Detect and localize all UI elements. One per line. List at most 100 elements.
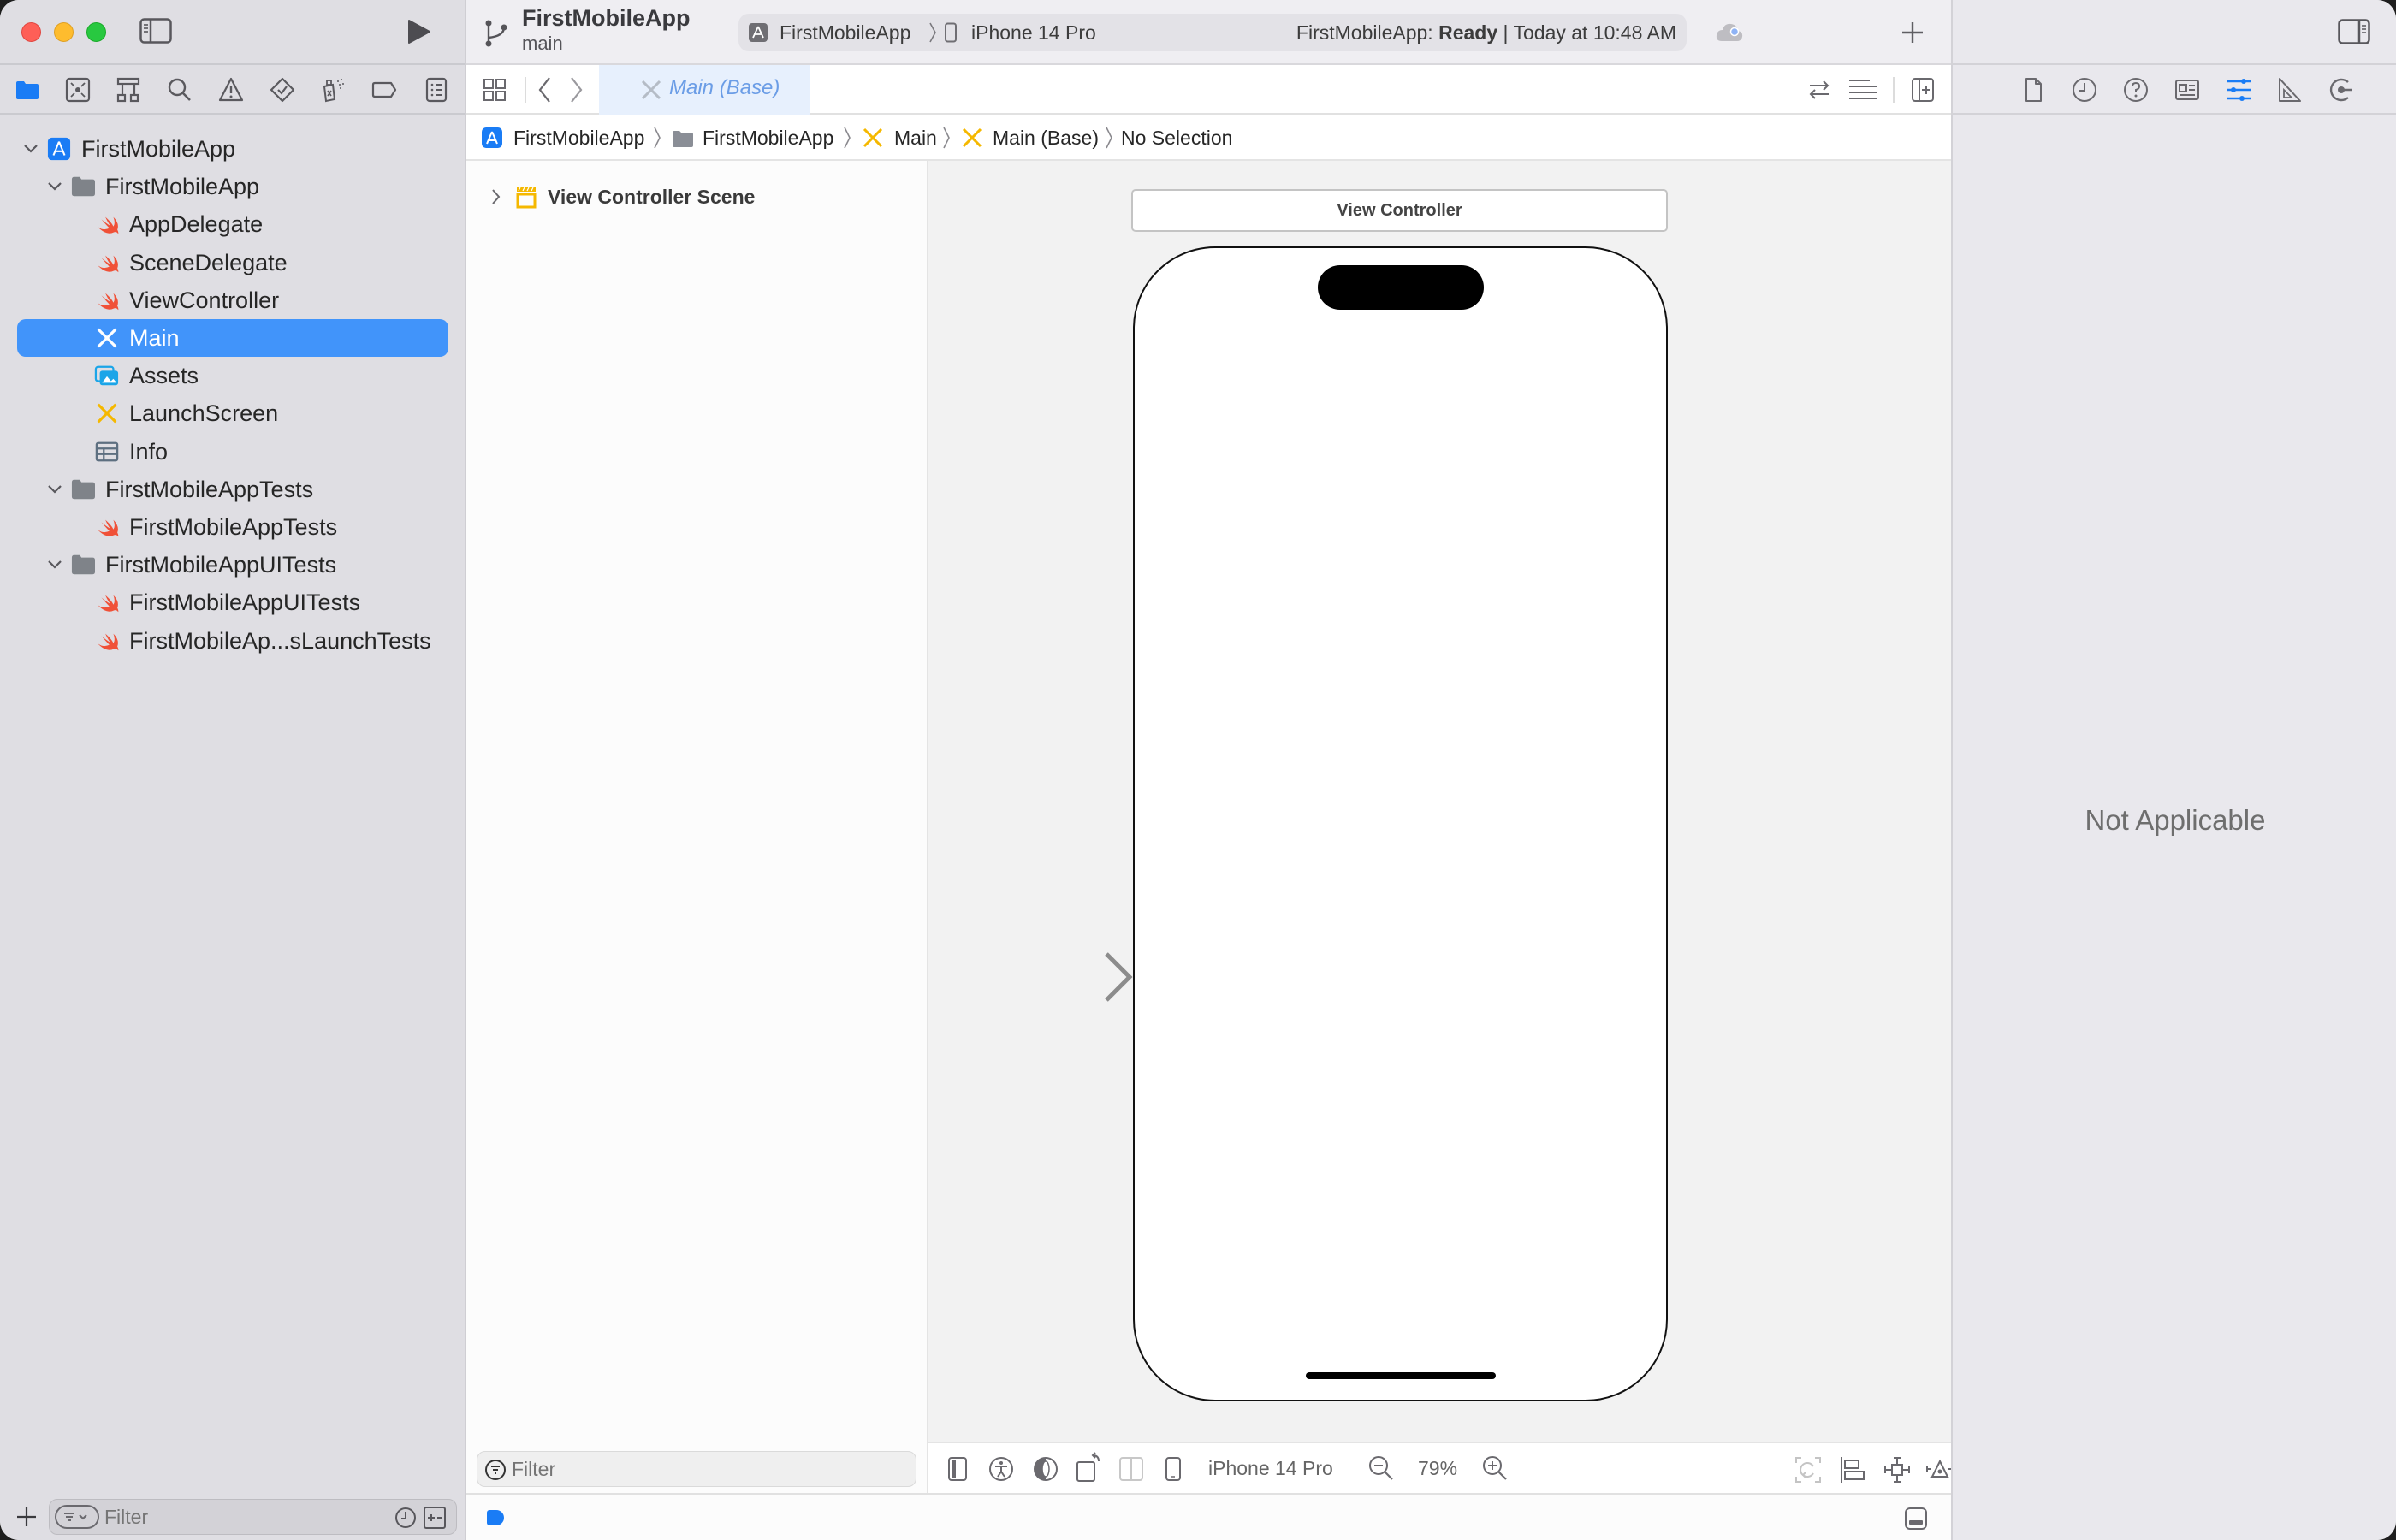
navigator-filter-field[interactable] xyxy=(49,1499,457,1535)
source-control-filter-icon[interactable] xyxy=(423,1506,447,1530)
recent-files-icon[interactable] xyxy=(394,1506,418,1530)
tree-item[interactable]: FirstMobileApp xyxy=(17,168,448,205)
resolve-layout-issues-icon[interactable] xyxy=(1925,1456,1954,1484)
accessibility-icon[interactable] xyxy=(988,1456,1014,1482)
identity-card-icon[interactable] xyxy=(2174,76,2201,104)
search-icon[interactable] xyxy=(166,76,193,104)
question-icon[interactable] xyxy=(2122,76,2150,104)
scene-dock-view-controller[interactable]: View Controller xyxy=(1131,189,1668,232)
zoom-window-button[interactable] xyxy=(86,22,106,42)
tree-item[interactable]: FirstMobileAppTests xyxy=(17,471,448,508)
project-icon xyxy=(46,137,72,161)
add-constraints-icon[interactable] xyxy=(1883,1456,1911,1484)
tree-item[interactable]: FirstMobileAppUITests xyxy=(17,583,448,621)
toolbar: FirstMobileApp main FirstMobileApp iPhon… xyxy=(466,0,1951,65)
update-frames-icon[interactable] xyxy=(1794,1456,1822,1484)
split-layout-icon[interactable] xyxy=(1118,1456,1144,1482)
debug-area-toggle-icon[interactable] xyxy=(1904,1507,1928,1531)
tree-item-label: LaunchScreen xyxy=(129,400,279,427)
tree-item[interactable]: FirstMobileAp...sLaunchTests xyxy=(17,622,448,660)
warning-icon[interactable] xyxy=(217,76,245,104)
play-icon[interactable] xyxy=(407,19,431,44)
file-icon[interactable] xyxy=(2019,76,2047,104)
chevron-down-icon[interactable] xyxy=(46,178,63,195)
device-icon[interactable] xyxy=(1165,1456,1182,1482)
outline-item-view-controller-scene[interactable]: View Controller Scene xyxy=(466,178,928,216)
appearance-icon[interactable] xyxy=(1033,1456,1059,1482)
minimize-window-button[interactable] xyxy=(54,22,74,42)
close-window-button[interactable] xyxy=(21,22,41,42)
folder-icon xyxy=(70,175,96,198)
tree-item[interactable]: FirstMobileAppTests xyxy=(17,508,448,546)
device-selector[interactable]: iPhone 14 Pro xyxy=(1208,1443,1333,1493)
outline-filter-input[interactable] xyxy=(512,1457,897,1481)
add-editor-icon[interactable] xyxy=(1911,77,1935,103)
spray-icon[interactable] xyxy=(319,76,347,104)
zoom-in-icon[interactable] xyxy=(1481,1454,1509,1482)
branch-icon[interactable] xyxy=(483,19,509,48)
device-configuration-icon[interactable] xyxy=(947,1456,968,1482)
storyboard-icon xyxy=(94,401,120,425)
storyboard-canvas[interactable]: View Controller xyxy=(928,161,1951,1442)
initial-view-controller-arrow-icon[interactable] xyxy=(954,951,1136,1003)
chevron-down-icon[interactable] xyxy=(46,556,63,573)
navigator-filter-input[interactable] xyxy=(104,1505,378,1529)
navigator-tab-bar xyxy=(0,65,465,115)
tree-item-label: Info xyxy=(129,438,169,465)
tree-item[interactable]: LaunchScreen xyxy=(17,394,448,432)
tree-item[interactable]: ViewController xyxy=(17,281,448,319)
report-list-icon[interactable] xyxy=(423,76,450,104)
sidebar-right-icon[interactable] xyxy=(2338,19,2370,44)
related-items-grid-icon[interactable] xyxy=(482,77,507,103)
tree-item[interactable]: FirstMobileAppUITests xyxy=(17,546,448,583)
ruler-icon[interactable] xyxy=(2276,76,2304,104)
tree-item[interactable]: FirstMobileApp xyxy=(17,130,448,168)
hierarchy-icon[interactable] xyxy=(115,76,142,104)
sliders-icon[interactable] xyxy=(2225,76,2252,104)
sidebar-left-icon[interactable] xyxy=(139,18,172,44)
zoom-level[interactable]: 79% xyxy=(1418,1443,1457,1493)
scheme-selector[interactable]: FirstMobileApp iPhone 14 Pro FirstMobile… xyxy=(738,14,1687,51)
tree-item[interactable]: Info xyxy=(17,433,448,471)
jump-bar-item[interactable]: FirstMobileApp xyxy=(513,115,644,161)
tree-item[interactable]: Assets xyxy=(17,357,448,394)
folder-icon xyxy=(70,553,96,577)
editor-pane: FirstMobileApp main FirstMobileApp iPhon… xyxy=(466,0,2000,1540)
jump-bar-item[interactable]: Main xyxy=(894,115,937,161)
jump-bar-item[interactable]: No Selection xyxy=(1121,115,1232,161)
swap-arrows-icon[interactable] xyxy=(1806,77,1832,103)
chevron-down-icon[interactable] xyxy=(22,140,39,157)
editor-options-lines-icon[interactable] xyxy=(1847,77,1878,103)
jump-bar-item[interactable]: Main (Base) xyxy=(993,115,1099,161)
plus-icon[interactable] xyxy=(1901,21,1925,44)
chevron-down-icon[interactable] xyxy=(46,481,63,498)
view-controller-device-frame[interactable] xyxy=(1133,246,1668,1401)
cloud-icon[interactable] xyxy=(1715,21,1744,44)
chevron-right-icon[interactable] xyxy=(490,188,501,205)
add-file-button[interactable] xyxy=(15,1506,38,1528)
test-diamond-icon[interactable] xyxy=(269,76,296,104)
tree-item[interactable]: Main xyxy=(17,319,448,357)
breakpoints-toggle-icon[interactable] xyxy=(487,1510,504,1525)
align-icon[interactable] xyxy=(1839,1456,1866,1484)
back-chevron-icon[interactable] xyxy=(537,76,552,104)
scheme-device[interactable]: iPhone 14 Pro xyxy=(971,14,1096,51)
filter-options-icon[interactable] xyxy=(55,1505,99,1529)
scheme-target[interactable]: FirstMobileApp xyxy=(780,14,910,51)
orientation-rotate-icon[interactable] xyxy=(1076,1452,1103,1483)
zoom-out-icon[interactable] xyxy=(1367,1454,1395,1482)
inspector-empty-message: Not Applicable xyxy=(2085,804,2266,836)
forward-chevron-icon[interactable] xyxy=(569,76,584,104)
breakpoint-tag-icon[interactable] xyxy=(371,76,398,104)
tab-main-base[interactable]: Main (Base) xyxy=(599,65,810,115)
tree-item[interactable]: AppDelegate xyxy=(17,205,448,243)
source-control-icon[interactable] xyxy=(64,76,92,104)
folder-icon[interactable] xyxy=(14,76,41,104)
tree-item[interactable]: SceneDelegate xyxy=(17,244,448,281)
outline-filter-field[interactable] xyxy=(477,1451,916,1487)
tree-item-label: ViewController xyxy=(129,287,280,313)
jump-bar-item[interactable]: FirstMobileApp xyxy=(703,115,833,161)
storyboard-icon xyxy=(94,326,120,350)
clock-icon[interactable] xyxy=(2071,76,2098,104)
connection-icon[interactable] xyxy=(2328,76,2355,104)
